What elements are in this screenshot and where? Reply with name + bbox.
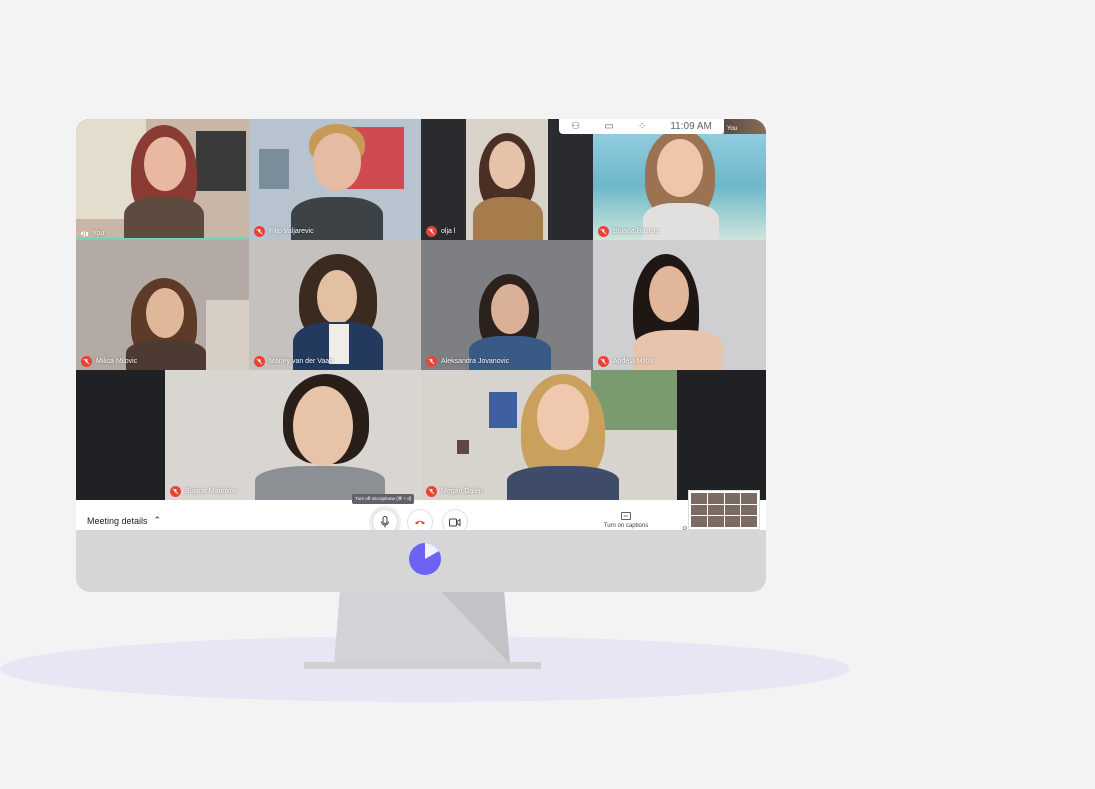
speaking-icon (81, 230, 88, 237)
participant-name: Megan Dalen (441, 488, 483, 495)
participant-tile[interactable]: Aleksandra Jovanovic (421, 240, 593, 370)
participant-name: Aleksandra Jovanovic (441, 358, 510, 365)
participant-name: Bojana Marinkov (185, 488, 238, 495)
meeting-screen: You Filip Valjarevic olja l Bojana Bozic… (76, 119, 766, 530)
chat-icon[interactable]: ▭ (604, 121, 613, 132)
mic-off-icon (170, 486, 181, 497)
microphone-icon (381, 516, 389, 528)
top-info-bar: ⚇ ▭ ⁘ 11:09 AM (559, 119, 724, 134)
mic-off-icon (598, 226, 609, 237)
participant-name: Bojana Bozicic (613, 228, 659, 235)
brand-logo (409, 543, 441, 575)
self-view-label: You (727, 126, 738, 132)
participant-tile[interactable]: Bojana Marinkov (165, 370, 421, 500)
participant-tile[interactable]: Milica Milovic (76, 240, 249, 370)
participant-tile[interactable]: Bojana Bozicic (593, 119, 766, 240)
participant-name: Marley van der Vaart (269, 358, 334, 365)
captions-icon: cc (621, 512, 631, 520)
clock: 11:09 AM (670, 121, 712, 132)
monitor: You Filip Valjarevic olja l Bojana Bozic… (76, 119, 766, 592)
captions-button[interactable]: cc Turn on captions (601, 512, 651, 529)
mic-off-icon (598, 356, 609, 367)
mic-off-icon (254, 356, 265, 367)
monitor-stand (334, 590, 510, 664)
participant-tile[interactable]: You (76, 119, 249, 240)
captions-label: Turn on captions (603, 523, 649, 529)
mic-off-icon (426, 356, 437, 367)
grid-preview-thumbnail[interactable] (688, 490, 760, 530)
present-button[interactable]: P (683, 527, 687, 530)
self-view-thumbnail[interactable]: You (724, 119, 766, 134)
meeting-details-button[interactable]: Meeting details ⌃ (87, 515, 161, 526)
mic-off-icon (254, 226, 265, 237)
chevron-up-icon: ⌃ (153, 515, 162, 525)
hang-up-button[interactable] (407, 509, 433, 530)
meeting-controls-bar: Meeting details ⌃ Turn off microphone (⌘… (76, 494, 766, 530)
participant-tile[interactable]: Marley van der Vaart (249, 240, 421, 370)
mic-off-icon (426, 226, 437, 237)
phone-hangup-icon (415, 520, 425, 525)
mic-off-icon (81, 356, 92, 367)
participant-name: Milica Milovic (96, 358, 138, 365)
participant-name: olja l (441, 228, 456, 235)
activities-icon[interactable]: ⁘ (638, 121, 646, 132)
participant-name: Filip Valjarevic (269, 228, 314, 235)
mic-tooltip: Turn off microphone (⌘ + d) (352, 494, 415, 504)
participant-tile[interactable]: olja l (421, 119, 593, 240)
stand-base (304, 662, 541, 669)
camera-icon (449, 518, 461, 526)
camera-button[interactable] (442, 509, 468, 530)
people-icon[interactable]: ⚇ (571, 121, 580, 132)
meeting-details-label: Meeting details (87, 515, 148, 526)
participant-tile[interactable]: Filip Valjarevic (249, 119, 421, 240)
participant-name: You (92, 230, 105, 237)
microphone-button[interactable] (372, 509, 398, 530)
participant-tile[interactable]: Anđela Milov (593, 240, 766, 370)
participant-name: Anđela Milov (613, 358, 654, 365)
participant-tile[interactable]: Megan Dalen (421, 370, 677, 500)
mic-off-icon (426, 486, 437, 497)
